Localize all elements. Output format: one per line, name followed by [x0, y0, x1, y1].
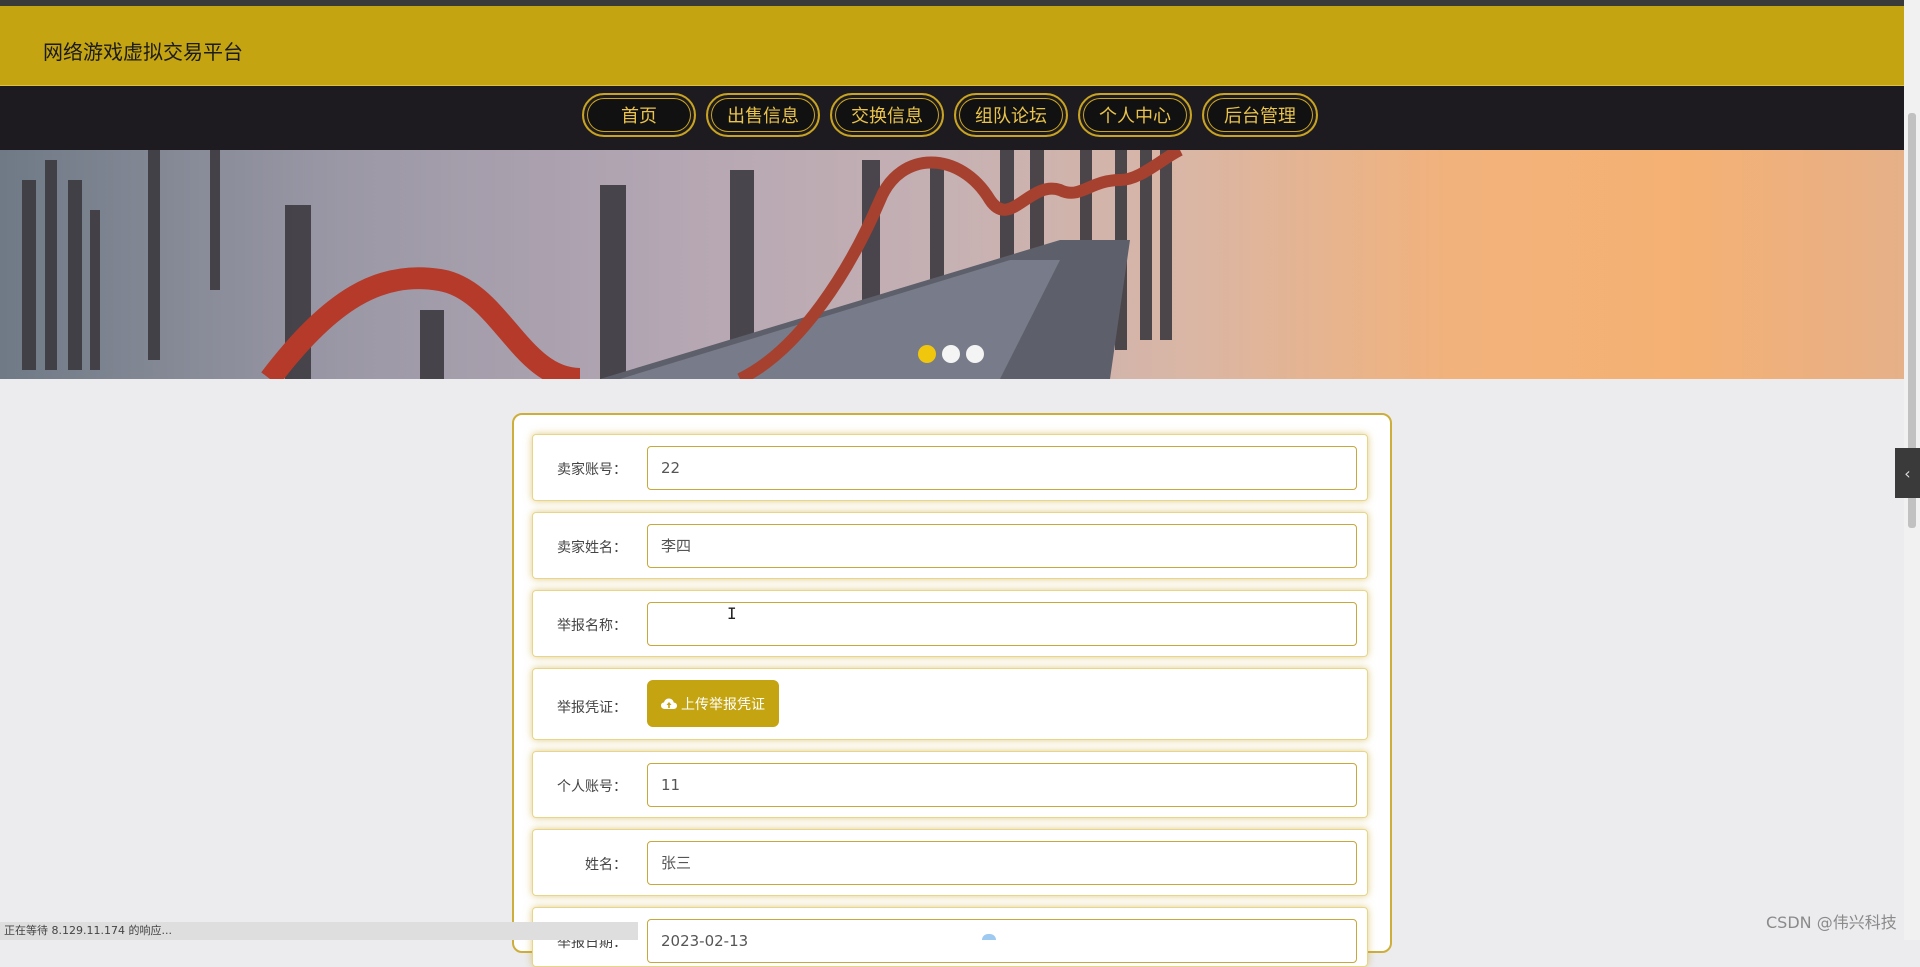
- seller-name-input[interactable]: 李四: [647, 524, 1357, 568]
- carousel-indicators: [918, 345, 984, 363]
- browser-status-bar: 正在等待 8.129.11.174 的响应...: [0, 922, 638, 940]
- personal-account-label: 个人账号：: [557, 779, 627, 795]
- form-row-report-date: 举报日期： 2023-02-13: [532, 907, 1368, 967]
- seller-name-label: 卖家姓名：: [557, 540, 627, 556]
- site-title: 网络游戏虚拟交易平台: [43, 40, 243, 64]
- report-name-label: 举报名称：: [557, 618, 627, 634]
- side-panel-toggle[interactable]: ‹: [1895, 448, 1920, 498]
- date-picker-indicator: [982, 934, 996, 940]
- nav-item-home[interactable]: 首页: [582, 93, 696, 137]
- nav-item-admin[interactable]: 后台管理: [1202, 93, 1318, 137]
- nav-item-forum[interactable]: 组队论坛: [954, 93, 1068, 137]
- nav-item-personal-center[interactable]: 个人中心: [1078, 93, 1192, 137]
- report-date-input[interactable]: 2023-02-13: [647, 919, 1357, 963]
- site-header: 网络游戏虚拟交易平台: [0, 6, 1904, 87]
- watermark: CSDN @伟兴科技: [1766, 913, 1897, 932]
- form-row-report-name: 举报名称：: [532, 590, 1368, 657]
- personal-account-input[interactable]: 11: [647, 763, 1357, 807]
- nav-item-sales[interactable]: 出售信息: [706, 93, 820, 137]
- form-row-personal-account: 个人账号： 11: [532, 751, 1368, 818]
- text-cursor-icon: I: [727, 604, 737, 623]
- name-label: 姓名：: [585, 857, 627, 873]
- upload-report-proof-button[interactable]: 上传举报凭证: [647, 680, 779, 727]
- cloud-upload-icon: [661, 698, 677, 709]
- carousel-dot-1[interactable]: [918, 345, 936, 363]
- seller-account-input[interactable]: 22: [647, 446, 1357, 490]
- upload-button-label: 上传举报凭证: [681, 696, 765, 713]
- chevron-left-icon: ‹: [1904, 463, 1911, 483]
- report-proof-label: 举报凭证：: [557, 700, 627, 716]
- report-name-input[interactable]: [647, 602, 1357, 646]
- name-input[interactable]: 张三: [647, 841, 1357, 885]
- form-row-name: 姓名： 张三: [532, 829, 1368, 896]
- form-row-seller-account: 卖家账号： 22: [532, 434, 1368, 501]
- form-row-report-proof: 举报凭证： 上传举报凭证: [532, 668, 1368, 740]
- nav-item-exchange[interactable]: 交换信息: [830, 93, 944, 137]
- seller-account-label: 卖家账号：: [557, 462, 627, 478]
- nav-list: 首页 出售信息 交换信息 组队论坛 个人中心 后台管理: [582, 93, 1318, 137]
- form-row-seller-name: 卖家姓名： 李四: [532, 512, 1368, 579]
- carousel-dot-2[interactable]: [942, 345, 960, 363]
- carousel-dot-3[interactable]: [966, 345, 984, 363]
- main-nav: 首页 出售信息 交换信息 组队论坛 个人中心 后台管理: [0, 86, 1904, 150]
